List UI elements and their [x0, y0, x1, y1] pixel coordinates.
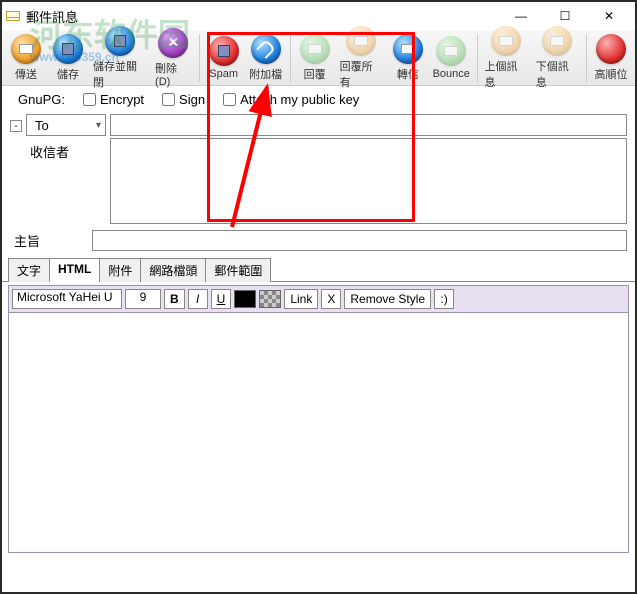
nextmsg-label: 下個訊息: [536, 58, 579, 90]
save-label: 儲存: [57, 66, 79, 82]
recipients-label: 收信者: [26, 136, 106, 161]
spam-button[interactable]: Spam: [204, 34, 244, 82]
subject-input[interactable]: [92, 230, 627, 251]
italic-button[interactable]: I: [188, 289, 208, 309]
priority-label: 高順位: [595, 66, 628, 82]
spam-icon: [209, 36, 239, 66]
replyall-label: 回覆所有: [340, 58, 383, 90]
recipients-textarea[interactable]: [110, 138, 627, 224]
bold-button[interactable]: B: [164, 289, 185, 309]
chevron-down-icon: ▾: [96, 120, 101, 131]
delete-icon: ✕: [158, 28, 188, 58]
forward-icon: [393, 34, 423, 64]
gnupg-label: GnuPG:: [18, 92, 65, 107]
reply-label: 回覆: [304, 66, 326, 82]
window-title: 郵件訊息: [26, 7, 78, 26]
encrypt-checkbox[interactable]: Encrypt: [83, 92, 144, 107]
format-toolbar: Microsoft YaHei U 9 B I U Link X Remove …: [8, 285, 629, 313]
send-button[interactable]: 傳送: [6, 32, 46, 84]
expand-toggle[interactable]: -: [10, 120, 22, 132]
send-icon: [11, 34, 41, 64]
text-color-swatch[interactable]: [234, 290, 256, 308]
reply-button[interactable]: 回覆: [295, 32, 335, 84]
mail-icon: [6, 11, 20, 21]
prevmsg-button[interactable]: 上個訊息: [482, 24, 531, 92]
to-input[interactable]: [110, 114, 627, 136]
unlink-button[interactable]: X: [321, 289, 341, 309]
bounce-icon: [436, 36, 466, 66]
bg-color-swatch[interactable]: [259, 290, 281, 308]
subject-label: 主旨: [10, 231, 82, 250]
remove-style-button[interactable]: Remove Style: [344, 289, 431, 309]
message-body-editor[interactable]: [8, 313, 629, 553]
bounce-label: Bounce: [433, 68, 470, 80]
reply-icon: [300, 34, 330, 64]
delete-button[interactable]: ✕刪除(D): [152, 26, 195, 90]
bounce-button[interactable]: Bounce: [430, 34, 473, 82]
saveclose-button[interactable]: 儲存並關閉: [90, 24, 150, 92]
prevmsg-icon: [491, 26, 521, 56]
save-icon: [53, 34, 83, 64]
close-button[interactable]: ✕: [587, 4, 631, 28]
tab-1[interactable]: HTML: [49, 258, 100, 282]
emoji-button[interactable]: :): [434, 289, 454, 309]
forward-label: 轉信: [397, 66, 419, 82]
delete-label: 刪除(D): [155, 60, 192, 88]
replyall-button[interactable]: 回覆所有: [337, 24, 386, 92]
save-button[interactable]: 儲存: [48, 32, 88, 84]
nextmsg-button[interactable]: 下個訊息: [533, 24, 582, 92]
prevmsg-label: 上個訊息: [485, 58, 528, 90]
tab-4[interactable]: 郵件範圍: [205, 258, 271, 282]
attach-icon: [251, 34, 281, 64]
body-tabs: 文字HTML附件網路檔頭郵件範圍: [2, 257, 635, 282]
tab-0[interactable]: 文字: [8, 258, 50, 282]
forward-button[interactable]: 轉信: [388, 32, 428, 84]
underline-button[interactable]: U: [211, 289, 232, 309]
link-button[interactable]: Link: [284, 289, 318, 309]
tab-2[interactable]: 附件: [99, 258, 141, 282]
attach-label: 附加檔: [249, 66, 282, 82]
font-size-input[interactable]: 9: [125, 289, 161, 309]
attach-key-checkbox[interactable]: Attach my public key: [223, 92, 359, 107]
replyall-icon: [346, 26, 376, 56]
nextmsg-icon: [542, 26, 572, 56]
main-toolbar: 傳送儲存儲存並關閉✕刪除(D)Spam附加檔回覆回覆所有轉信Bounce上個訊息…: [2, 30, 635, 86]
saveclose-icon: [105, 26, 135, 56]
attach-button[interactable]: 附加檔: [246, 32, 286, 84]
tab-3[interactable]: 網路檔頭: [140, 258, 206, 282]
sign-checkbox[interactable]: Sign: [162, 92, 205, 107]
priority-button[interactable]: 高順位: [591, 32, 631, 84]
spam-label: Spam: [209, 68, 238, 80]
priority-icon: [596, 34, 626, 64]
send-label: 傳送: [15, 66, 37, 82]
saveclose-label: 儲存並關閉: [93, 58, 147, 90]
font-family-input[interactable]: Microsoft YaHei U: [12, 289, 122, 309]
to-dropdown[interactable]: To▾: [26, 114, 106, 136]
